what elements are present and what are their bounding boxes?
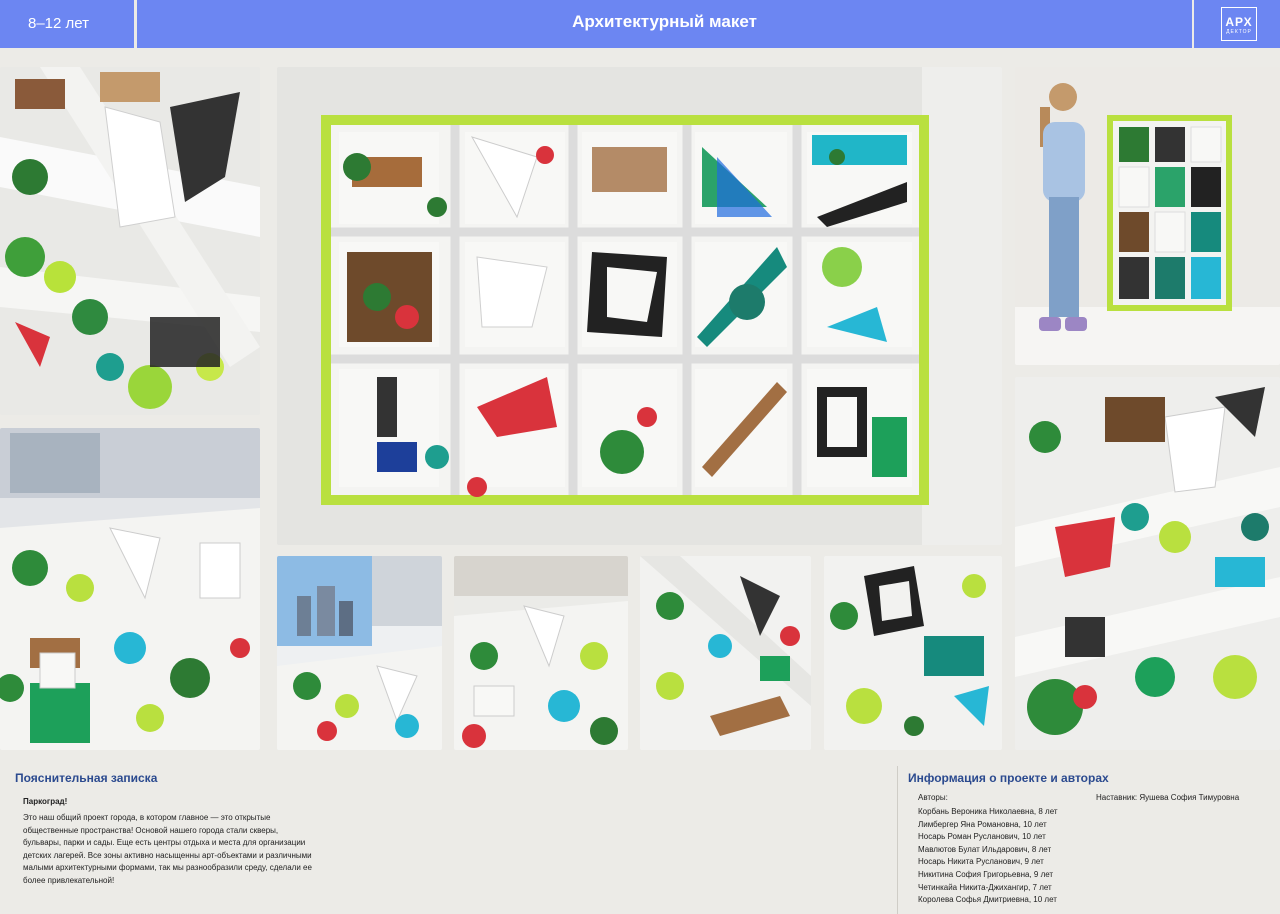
page-title: Архитектурный макет — [572, 12, 757, 31]
photo-model-perspective-2 — [640, 556, 811, 750]
age-label: 8–12 лет — [28, 15, 90, 32]
note-heading: Пояснительная записка — [15, 771, 158, 785]
header-bar: 8–12 лет Архитектурный макет АРХ ДЕКТОР — [0, 0, 1280, 50]
author-item: Корбань Вероника Николаевна, 8 лет — [918, 807, 1058, 816]
logo-box: АРХ ДЕКТОР — [1194, 0, 1280, 48]
note-body: Это наш общий проект города, в котором г… — [23, 813, 312, 885]
author-item: Лимбергер Яна Романовна, 10 лет — [918, 819, 1047, 829]
title-bar: Архитектурный макет — [137, 0, 1192, 48]
brand-logo-icon: АРХ ДЕКТОР — [1221, 7, 1257, 41]
author-item: Мавлютов Булат Ильдарович, 8 лет — [918, 844, 1052, 854]
logo-text: АРХ — [1225, 15, 1253, 29]
section-divider — [897, 766, 898, 914]
photo-girl-with-model — [1015, 67, 1280, 365]
author-item: Никитина София Григорьевна, 9 лет — [918, 869, 1054, 879]
photo-model-main-top-view — [277, 67, 1002, 545]
authors-label: Авторы: — [918, 793, 948, 802]
photo-model-perspective-3 — [824, 556, 1002, 750]
age-badge: 8–12 лет — [0, 0, 134, 48]
logo-subtext: ДЕКТОР — [1226, 29, 1252, 35]
photo-model-closeup-left-top — [0, 67, 260, 415]
author-item: Королева Софья Дмитриевна, 10 лет — [918, 895, 1057, 905]
note-subtitle: Паркоград! — [23, 797, 68, 806]
photo-model-perspective-1 — [454, 556, 628, 750]
author-item: Четинкайа Никита-Джихангир, 7 лет — [918, 882, 1052, 892]
author-item: Носарь Роман Русланович, 10 лет — [918, 832, 1046, 842]
author-item: Носарь Никита Русланович, 9 лет — [918, 857, 1044, 867]
photo-model-angle-left-bottom — [0, 428, 260, 750]
info-heading: Информация о проекте и авторах — [908, 771, 1109, 785]
photo-model-closeup-right — [1015, 377, 1280, 750]
photo-model-window-view — [277, 556, 442, 750]
authors-list: Корбань Вероника Николаевна, 8 лет Лимбе… — [918, 806, 1058, 907]
mentor-label: Наставник: Яушева София Тимуровна — [1096, 793, 1240, 802]
